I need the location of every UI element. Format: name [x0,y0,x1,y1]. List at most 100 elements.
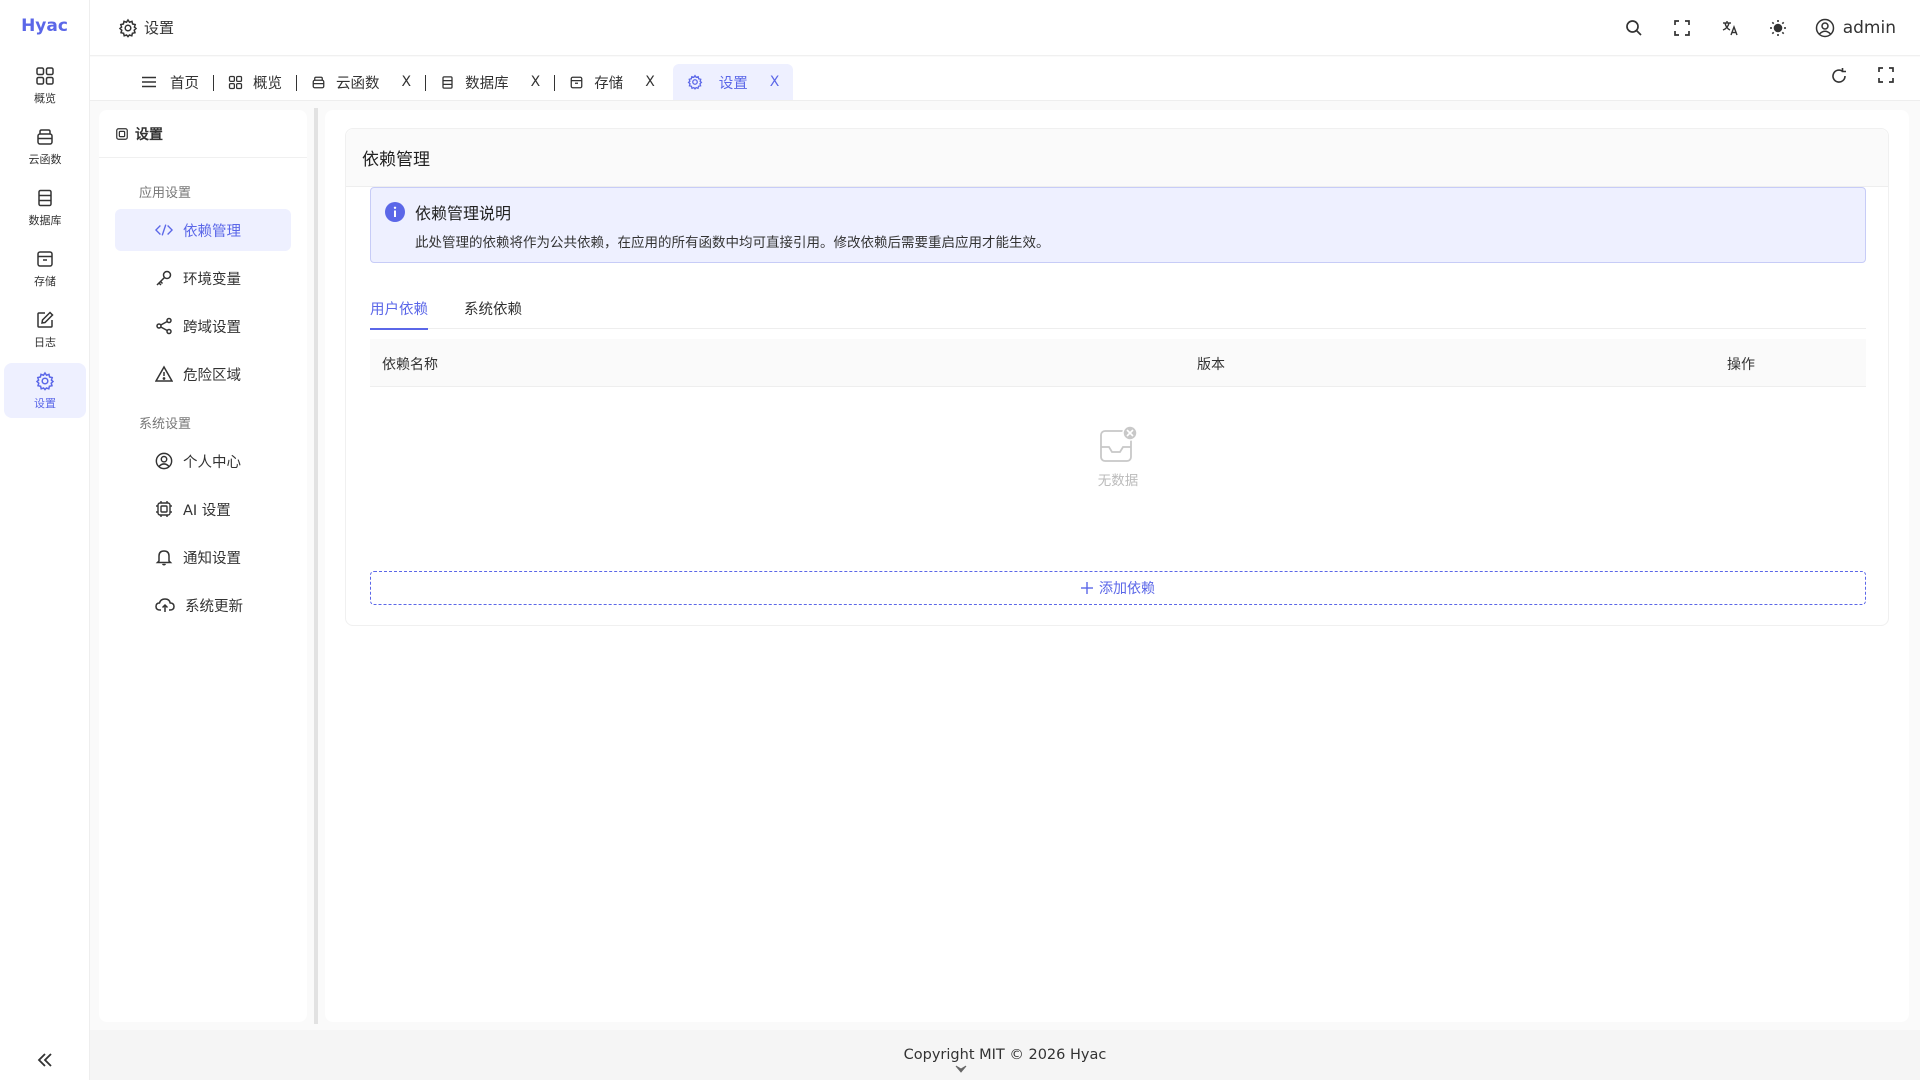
nav-item-ai-settings[interactable]: AI 设置 [115,488,291,530]
nav-item-dependencies[interactable]: 依赖管理 [115,209,291,251]
rail-item-database[interactable]: 数据库 [4,180,86,235]
maximize-button[interactable] [1878,67,1894,85]
plus-icon [1081,582,1093,594]
storage-icon [570,76,583,88]
search-icon [1625,19,1642,36]
storage-icon [37,250,53,267]
brand-logo[interactable]: Hyac [0,0,89,52]
info-alert: 依赖管理说明 此处管理的依赖将作为公共依赖，在应用的所有函数中均可直接引用。修改… [370,187,1866,263]
gear-icon [687,74,703,90]
table-header: 依赖名称 版本 操作 [370,339,1866,387]
rail-item-settings[interactable]: 设置 [4,363,86,418]
nav-item-label: 跨域设置 [183,319,241,336]
rail-item-logs[interactable]: 日志 [4,302,86,357]
empty-state: 无数据 [370,387,1866,527]
tab-close-button[interactable]: X [402,74,412,90]
column-header-actions: 操作 [1727,357,1755,373]
fullscreen-button[interactable] [1671,17,1693,39]
share-icon [156,317,172,335]
menu-icon [142,76,156,88]
dashboard-icon [36,66,54,85]
rail-item-functions[interactable]: 云函数 [4,119,86,174]
column-header-name: 依赖名称 [382,357,438,373]
tab-database[interactable]: 数据库 X [426,64,554,100]
settings-sidebar-title: 设置 [99,110,307,158]
gear-icon [35,371,55,391]
nav-item-notifications[interactable]: 通知设置 [115,536,291,578]
tab-overview[interactable]: 概览 [214,64,296,100]
refresh-button[interactable] [1830,67,1848,85]
tab-label: 首页 [170,75,199,92]
fullscreen-icon [1878,67,1894,83]
alert-description: 此处管理的依赖将作为公共依赖，在应用的所有函数中均可直接引用。修改依赖后需要重启… [415,235,1050,251]
nav-item-danger-zone[interactable]: 危险区域 [115,353,291,395]
nav-item-label: AI 设置 [183,502,231,519]
tab-close-button[interactable]: X [770,74,780,90]
nav-item-cors[interactable]: 跨域设置 [115,305,291,347]
gear-icon [118,18,138,38]
tab-system-dependencies[interactable]: 系统依赖 [464,287,522,329]
nav-item-env-vars[interactable]: 环境变量 [115,257,291,299]
cloud-function-icon [37,128,53,145]
rail-item-label: 数据库 [28,213,62,227]
nav-item-label: 依赖管理 [183,223,241,240]
nav-item-label: 系统更新 [185,598,243,615]
tab-label: 设置 [718,75,748,92]
nav-item-label: 危险区域 [183,367,241,384]
rail-item-storage[interactable]: 存储 [4,241,86,296]
rail-item-label: 概览 [34,91,56,105]
copyright-text: Copyright MIT © 2026 Hyac [903,1047,1107,1063]
nav-item-profile[interactable]: 个人中心 [115,440,291,482]
footer-toggle-button[interactable] [953,1062,969,1078]
column-header-version: 版本 [1197,357,1225,373]
header-title-text: 设置 [144,19,175,37]
chip-icon [116,127,128,140]
nav-item-label: 个人中心 [183,454,241,471]
alert-title: 依赖管理说明 [415,204,512,223]
rail-item-label: 云函数 [28,152,62,166]
chip-icon [156,501,172,517]
dependency-tabs: 用户依赖 系统依赖 [370,287,1866,330]
tab-functions[interactable]: 云函数 X [297,64,425,100]
dashboard-icon [228,75,243,89]
search-button[interactable] [1623,17,1645,39]
tab-home[interactable]: 首页 [128,64,213,100]
tab-close-button[interactable]: X [645,74,655,90]
nav-item-system-update[interactable]: 系统更新 [115,584,291,626]
card-title: 依赖管理 [346,129,1888,187]
group-label-app: 应用设置 [139,186,192,201]
tab-storage[interactable]: 存储 X [555,64,669,100]
rail-item-label: 日志 [34,335,56,349]
theme-toggle-button[interactable] [1767,17,1789,39]
database-icon [38,189,52,206]
database-icon [442,75,453,89]
rail-item-overview[interactable]: 概览 [4,58,86,113]
fullscreen-icon [1673,19,1690,36]
tab-bar: 首页 概览 云函数 X 数据库 X 存储 X 设置 X [90,57,1920,101]
add-dependency-button[interactable]: 添加依赖 [370,571,1866,605]
user-name: admin [1842,17,1896,38]
panel-resize-handle[interactable] [314,108,318,1024]
user-menu[interactable]: admin [1815,18,1896,38]
tab-close-button[interactable]: X [531,74,541,90]
nav-item-label: 环境变量 [183,271,241,288]
cloud-upload-icon [155,598,175,612]
user-circle-icon [155,452,173,470]
nav-item-label: 通知设置 [183,550,241,567]
rail-item-label: 存储 [34,274,56,288]
empty-inbox-icon [1100,425,1138,462]
tab-user-dependencies[interactable]: 用户依赖 [370,287,428,330]
app-rail: Hyac 概览 云函数 数据库 存储 日志 设置 [0,0,90,1080]
add-dependency-label: 添加依赖 [1099,581,1155,597]
key-icon [156,270,172,286]
collapse-sidebar-button[interactable] [33,1048,57,1072]
dependency-card: 依赖管理 依赖管理说明 此处管理的依赖将作为公共依赖，在应用的所有函数中均可直接… [345,128,1889,626]
tab-settings[interactable]: 设置 X [672,64,794,100]
log-icon [37,310,54,328]
user-circle-icon [1815,18,1834,37]
language-button[interactable] [1719,17,1741,39]
footer: Copyright MIT © 2026 Hyac [90,1030,1920,1080]
tab-label: 概览 [253,75,282,92]
tab-label: 云函数 [336,75,380,92]
warning-icon [155,365,173,382]
